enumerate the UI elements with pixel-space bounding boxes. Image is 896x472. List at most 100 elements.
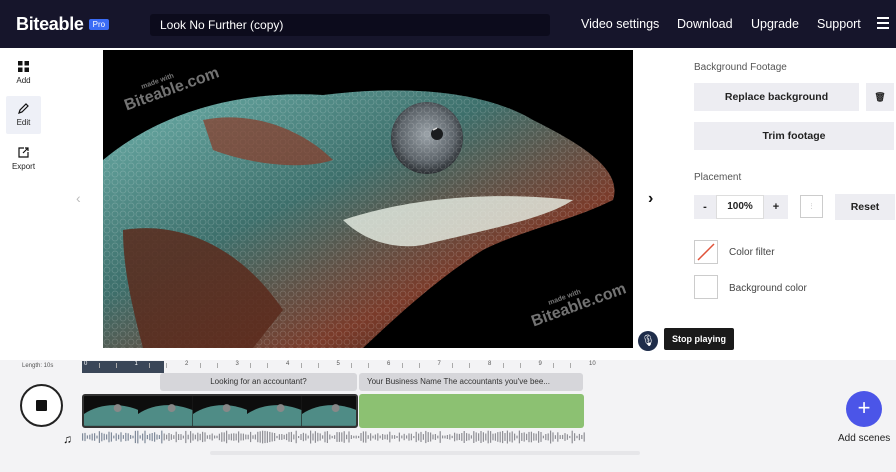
waveform-bar (341, 432, 343, 442)
flip-icon[interactable]: ⫶ (800, 195, 823, 218)
nav-download[interactable]: Download (677, 0, 733, 48)
pencil-icon (18, 103, 29, 114)
ruler-minor-tick (469, 363, 471, 368)
grid-icon (18, 61, 29, 72)
waveform-bar (269, 431, 271, 443)
waveform-bar (317, 432, 319, 442)
waveform-bar (113, 435, 115, 439)
background-footage-heading: Background Footage (694, 62, 787, 73)
zoom-increase-button[interactable]: + (764, 195, 788, 219)
waveform-bar (139, 435, 141, 439)
scene-2-block[interactable] (359, 394, 584, 428)
waveform-bar (226, 430, 228, 444)
add-scenes-button[interactable]: + (846, 391, 882, 427)
color-filter-swatch[interactable] (694, 240, 718, 264)
waveform-bar (276, 435, 278, 439)
waveform-bar (514, 433, 516, 441)
waveform-bar (324, 431, 326, 443)
waveform-bar (403, 433, 405, 441)
waveform-bar (408, 433, 410, 441)
nav-video-settings[interactable]: Video settings (581, 0, 659, 48)
background-color-swatch[interactable] (694, 275, 718, 299)
tool-edit[interactable]: Edit (6, 96, 41, 134)
music-note-icon[interactable]: ♫ (63, 432, 72, 446)
ruler-minor-tick (166, 363, 168, 368)
waveform-bar (456, 433, 458, 441)
nav-upgrade[interactable]: Upgrade (751, 0, 799, 48)
waveform-bar (182, 435, 184, 439)
waveform-bar (439, 431, 441, 443)
waveform-bar (290, 431, 292, 442)
waveform-bar (314, 431, 316, 443)
waveform-bar (552, 432, 554, 442)
waveform-bar (425, 430, 427, 444)
waveform-bar (511, 431, 513, 443)
ruler-minor-tick (267, 363, 269, 368)
timeline-ruler[interactable]: 0 1 2 3 4 5 6 7 8 9 10 (82, 361, 596, 373)
waveform-bar (245, 434, 247, 440)
waveform-bar (574, 433, 576, 441)
previous-scene-arrow-icon[interactable]: ‹ (76, 190, 81, 206)
waveform-bar (490, 431, 492, 443)
delete-background-button[interactable]: 🗑 (866, 83, 894, 111)
waveform-bar (283, 434, 285, 440)
waveform-bar (478, 433, 480, 441)
waveform-bar (374, 434, 376, 440)
replace-background-button[interactable]: Replace background (694, 83, 859, 111)
ruler-tick-label: 9 (538, 361, 542, 367)
waveform-bar (422, 434, 424, 440)
waveform-bar (187, 434, 189, 440)
waveform-bar (106, 434, 108, 440)
waveform-bar (384, 434, 386, 440)
ruler-minor-tick (250, 363, 252, 368)
waveform-bar (202, 431, 204, 443)
hamburger-menu-icon[interactable] (877, 17, 889, 29)
waveform-bar (96, 435, 98, 439)
waveform-bar (547, 433, 549, 441)
waveform-bar (451, 435, 453, 439)
waveform-bar (542, 435, 544, 439)
biteable-logo[interactable]: Biteable (16, 14, 84, 35)
reset-placement-button[interactable]: Reset (835, 194, 895, 220)
ruler-tick-label: 0 (84, 361, 88, 367)
waveform-bar (288, 432, 290, 442)
next-scene-arrow-icon[interactable]: › (648, 190, 653, 208)
pro-badge: Pro (88, 18, 110, 30)
waveform-bar (259, 431, 261, 443)
trim-footage-button[interactable]: Trim footage (694, 122, 894, 150)
video-preview[interactable]: made with Biteable.com made with Biteabl… (103, 50, 633, 348)
waveform-bar (204, 432, 206, 442)
waveform-bar (298, 436, 300, 439)
waveform-bar (581, 435, 583, 439)
waveform-bar (89, 434, 91, 440)
tool-export[interactable]: Export (6, 140, 41, 178)
waveform-bar (475, 432, 477, 442)
timeline-scrollbar[interactable] (210, 451, 640, 455)
waveform-bar (240, 433, 242, 441)
text-track-2[interactable]: Your Business Name The accountants you'v… (359, 373, 583, 391)
waveform-bar (168, 433, 170, 441)
tool-add[interactable]: Add (6, 54, 41, 92)
waveform-bar (521, 432, 523, 441)
waveform-bar (494, 433, 496, 441)
ruler-tick-label: 7 (437, 361, 441, 367)
zoom-decrease-button[interactable]: - (694, 195, 716, 219)
zoom-value[interactable]: 100% (716, 195, 764, 219)
waveform-bar (185, 430, 187, 444)
waveform-bar (458, 433, 460, 440)
scene-1-frames[interactable] (82, 394, 358, 428)
text-track-1[interactable]: Looking for an accountant? (160, 373, 357, 391)
project-title-input[interactable] (150, 14, 550, 36)
waveform-bar (326, 431, 328, 443)
stop-recording-icon[interactable]: 🎙 (638, 331, 658, 351)
no-filter-icon (697, 243, 715, 261)
nav-support[interactable]: Support (817, 0, 861, 48)
waveform-bar (134, 430, 136, 444)
waveform-bar (250, 431, 252, 443)
audio-waveform[interactable] (82, 430, 585, 444)
waveform-bar (504, 433, 506, 441)
stop-playback-button[interactable] (20, 384, 63, 427)
waveform-bar (194, 434, 196, 440)
waveform-bar (358, 435, 360, 439)
waveform-bar (382, 434, 384, 440)
